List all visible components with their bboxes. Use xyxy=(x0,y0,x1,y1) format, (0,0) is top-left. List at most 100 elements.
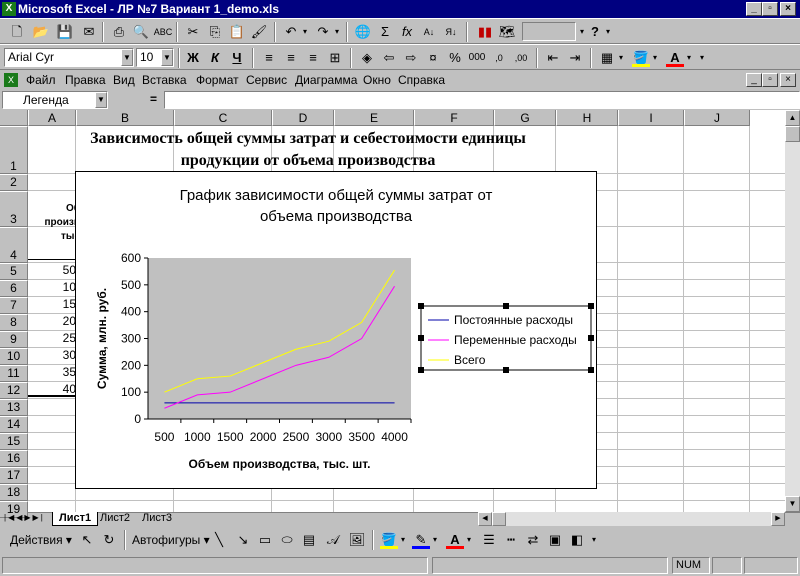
horizontal-scrollbar[interactable]: ◀ ▶ xyxy=(478,512,785,526)
sort-desc-icon[interactable]: Я↓ xyxy=(440,22,462,42)
redo-icon[interactable]: ↷ xyxy=(312,22,334,42)
fill-draw-dropdown-icon[interactable]: ▾ xyxy=(398,530,408,550)
row-header-10[interactable]: 10 xyxy=(0,348,28,365)
font-color-draw-dropdown-icon[interactable]: ▾ xyxy=(464,530,474,550)
column-header-g[interactable]: G xyxy=(494,110,556,126)
select-arrow-icon[interactable]: ↖ xyxy=(76,530,98,550)
merge-center-icon[interactable]: ⊞ xyxy=(324,48,346,68)
cell-a6[interactable]: 10 xyxy=(28,279,76,296)
excel-icon[interactable]: X xyxy=(2,2,16,16)
outdent-icon[interactable]: ⇥ xyxy=(564,48,586,68)
close-button[interactable]: × xyxy=(780,2,796,16)
font-color-dropdown-icon[interactable]: ▾ xyxy=(684,48,694,68)
wordart-icon[interactable]: 𝒜 xyxy=(322,530,344,550)
align-left-icon[interactable]: ≡ xyxy=(258,48,280,68)
bold-button[interactable]: Ж xyxy=(182,48,204,68)
name-box[interactable]: Легенда xyxy=(2,91,108,109)
decrease-decimal-icon[interactable]: ,00 xyxy=(510,48,532,68)
rectangle-icon[interactable]: ▭ xyxy=(254,530,276,550)
select-all-corner[interactable] xyxy=(0,110,28,126)
row-header-15[interactable]: 15 xyxy=(0,433,28,450)
oval-icon[interactable]: ⬭ xyxy=(276,530,298,550)
tab-scroll-icons[interactable]: |◀◀▶▶| xyxy=(4,513,45,522)
chart-wizard-icon[interactable]: ▮▮ xyxy=(474,22,496,42)
zoom-box[interactable] xyxy=(522,22,576,41)
row-header-14[interactable]: 14 xyxy=(0,416,28,433)
column-header-i[interactable]: I xyxy=(618,110,684,126)
undo-dropdown-icon[interactable]: ▾ xyxy=(300,22,310,42)
scroll-left-icon[interactable]: ◀ xyxy=(478,512,492,526)
euro-icon[interactable]: ◈ xyxy=(356,48,378,68)
scroll-down-icon[interactable]: ▼ xyxy=(785,496,800,512)
scroll-up-icon[interactable]: ▲ xyxy=(785,110,800,126)
cell-a10[interactable]: 30 xyxy=(28,347,76,364)
borders-icon[interactable]: ▦ xyxy=(596,48,618,68)
thousands-button[interactable]: 000 xyxy=(466,48,488,68)
new-icon[interactable]: 🗋 xyxy=(6,22,28,42)
row-header-3[interactable]: 3 xyxy=(0,191,28,227)
chart-svg[interactable]: График зависимости общей суммы затрат от… xyxy=(76,172,596,488)
doc-minimize-button[interactable]: _ xyxy=(746,73,762,87)
row-header-5[interactable]: 5 xyxy=(0,263,28,280)
row-header-16[interactable]: 16 xyxy=(0,450,28,467)
row-header-8[interactable]: 8 xyxy=(0,314,28,331)
tab-list1[interactable]: Лист1 xyxy=(52,512,99,526)
row-header-17[interactable]: 17 xyxy=(0,467,28,484)
minimize-button[interactable]: _ xyxy=(746,2,762,16)
redo-dropdown-icon[interactable]: ▾ xyxy=(332,22,342,42)
vertical-scrollbar[interactable]: ▲ ▼ xyxy=(785,110,800,512)
cell-a8[interactable]: 20 xyxy=(28,313,76,330)
column-header-j[interactable]: J xyxy=(684,110,750,126)
toolbar-options-icon[interactable]: ▾ xyxy=(602,22,614,42)
print-icon[interactable]: ⎙ xyxy=(108,22,130,42)
borders-dropdown-icon[interactable]: ▾ xyxy=(616,48,626,68)
column-header-c[interactable]: C xyxy=(174,110,272,126)
line-color-dropdown-icon[interactable]: ▾ xyxy=(430,530,440,550)
font-name-dropdown-icon[interactable]: ▼ xyxy=(121,49,133,66)
increase-indent-icon[interactable]: ⇨ xyxy=(400,48,422,68)
sort-asc-icon[interactable]: A↓ xyxy=(418,22,440,42)
column-header-d[interactable]: D xyxy=(272,110,334,126)
save-icon[interactable]: 💾 xyxy=(54,22,76,42)
doc-close-button[interactable]: × xyxy=(780,73,796,87)
mail-icon[interactable]: ✉ xyxy=(78,22,100,42)
autosum-icon[interactable]: Σ xyxy=(374,22,396,42)
fill-dropdown-icon[interactable]: ▾ xyxy=(650,48,660,68)
row-header-4[interactable]: 4 xyxy=(0,227,28,263)
menu-window[interactable]: Окно xyxy=(363,73,391,87)
column-header-a[interactable]: A xyxy=(28,110,76,126)
map-icon[interactable]: 🗺 xyxy=(496,22,518,42)
menu-insert[interactable]: Вставка xyxy=(142,73,187,87)
column-header-e[interactable]: E xyxy=(334,110,414,126)
formula-equals[interactable]: = xyxy=(150,92,157,106)
hyperlink-icon[interactable]: 🌐 xyxy=(352,22,374,42)
column-header-f[interactable]: F xyxy=(414,110,494,126)
row-header-6[interactable]: 6 xyxy=(0,280,28,297)
menu-edit[interactable]: Правка xyxy=(65,73,106,87)
line-style-icon[interactable]: ☰ xyxy=(478,530,500,550)
name-box-dropdown-icon[interactable]: ▼ xyxy=(95,92,107,108)
menu-help[interactable]: Справка xyxy=(398,73,445,87)
cut-icon[interactable]: ✂ xyxy=(182,22,204,42)
scroll-thumb[interactable] xyxy=(785,126,800,142)
restore-button[interactable]: ▫ xyxy=(762,2,778,16)
tab-list3[interactable]: Лист3 xyxy=(138,512,176,526)
undo-icon[interactable]: ↶ xyxy=(280,22,302,42)
column-header-b[interactable]: B xyxy=(76,110,174,126)
italic-button[interactable]: К xyxy=(204,48,226,68)
line-icon[interactable]: ╲ xyxy=(208,530,230,550)
row-header-2[interactable]: 2 xyxy=(0,174,28,191)
workbook-icon[interactable]: X xyxy=(4,73,18,87)
paste-icon[interactable]: 📋 xyxy=(226,22,248,42)
indent-icon[interactable]: ⇤ xyxy=(542,48,564,68)
menu-tools[interactable]: Сервис xyxy=(246,73,287,87)
font-size-dropdown-icon[interactable]: ▼ xyxy=(161,49,173,66)
cell-a5[interactable]: 50 xyxy=(28,262,76,279)
cell-a12[interactable]: 40 xyxy=(28,381,76,398)
doc-restore-button[interactable]: ▫ xyxy=(762,73,778,87)
row-header-13[interactable]: 13 xyxy=(0,399,28,416)
autoshapes-button[interactable]: Автофигуры ▾ xyxy=(132,533,210,547)
column-header-h[interactable]: H xyxy=(556,110,618,126)
formula-input[interactable] xyxy=(164,91,800,109)
increase-decimal-icon[interactable]: ,0 xyxy=(488,48,510,68)
